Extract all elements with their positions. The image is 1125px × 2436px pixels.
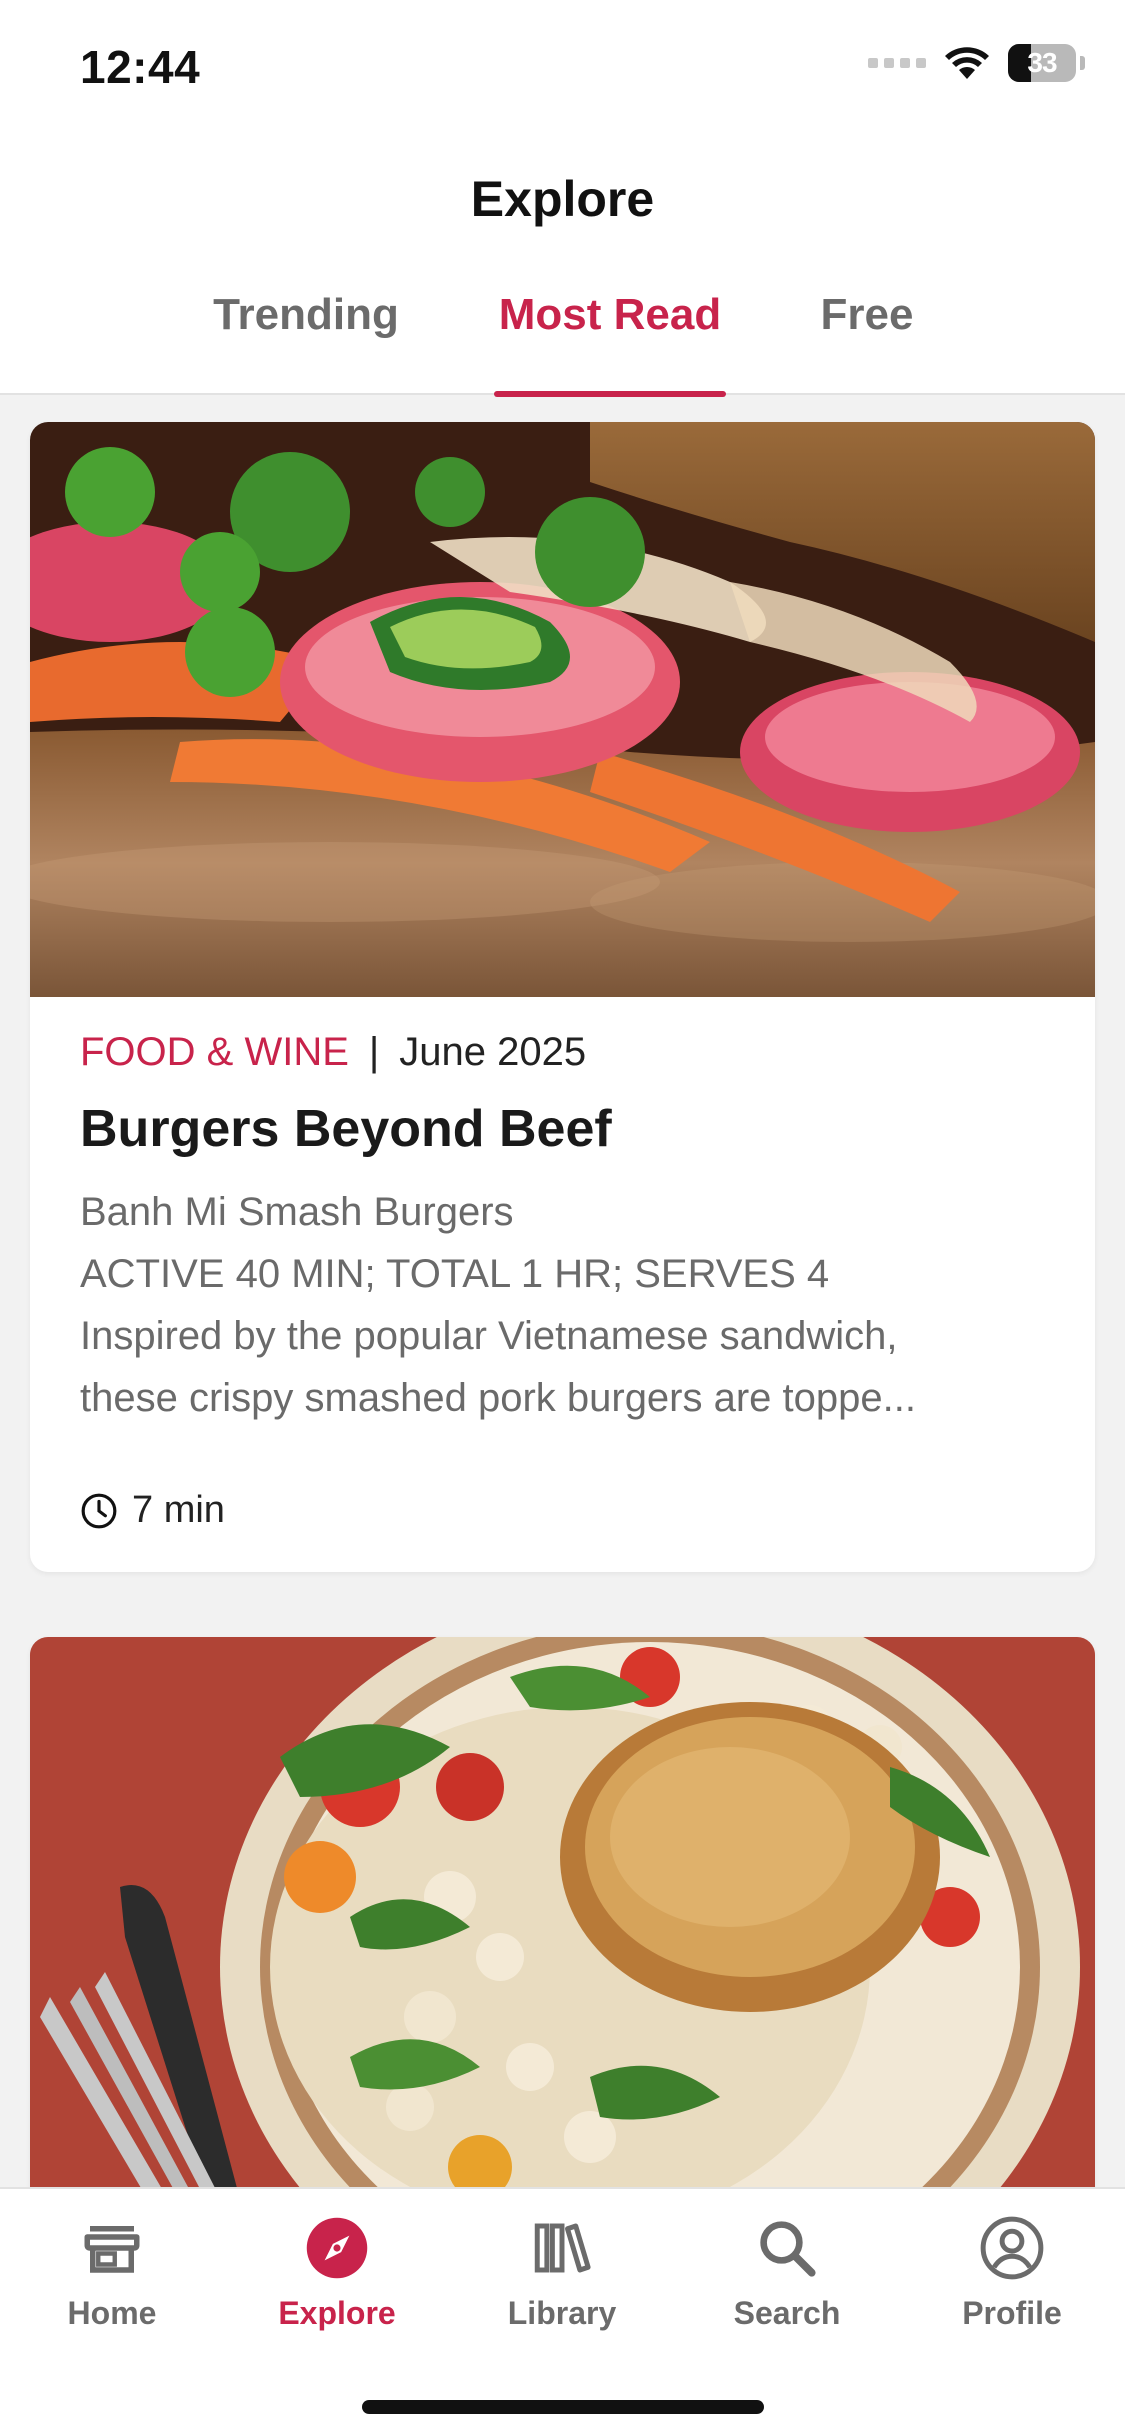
profile-icon xyxy=(980,2216,1044,2280)
tab-bar-search[interactable]: Search xyxy=(687,2215,887,2345)
excerpt-line: ACTIVE 40 MIN; TOTAL 1 HR; SERVES 4 xyxy=(80,1252,830,1296)
tab-bar-home[interactable]: Home xyxy=(12,2215,212,2345)
clock-icon xyxy=(81,1493,117,1528)
article-meta: FOOD & WINE | June 2025 xyxy=(80,1027,1045,1077)
search-icon xyxy=(760,2221,816,2277)
tab-most-read[interactable]: Most Read xyxy=(494,290,726,397)
bottom-tab-bar: Home Explore Library Search Profile xyxy=(0,2187,1125,2436)
read-time-label: 7 min xyxy=(132,1489,225,1531)
tab-bar-home-label: Home xyxy=(67,2295,157,2331)
tab-bar-search-label: Search xyxy=(733,2295,841,2331)
meta-separator: | xyxy=(368,1030,380,1074)
excerpt-line: Inspired by the popular Vietnamese sandw… xyxy=(80,1314,898,1358)
page-title: Explore xyxy=(470,171,655,227)
status-icons: 33 xyxy=(868,44,1085,82)
tab-bar-library[interactable]: Library xyxy=(462,2215,662,2345)
article-card-body: FOOD & WINE | June 2025 Burgers Beyond Bee… xyxy=(30,997,1095,1532)
tab-bar-explore-label: Explore xyxy=(278,2295,396,2331)
tab-bar-library-label: Library xyxy=(507,2295,617,2331)
status-time: 12:44 xyxy=(80,41,201,93)
wifi-icon xyxy=(945,47,989,79)
store-icon xyxy=(84,2226,140,2273)
header: Explore Trending Most Read Free xyxy=(0,130,1125,397)
read-time: 7 min xyxy=(80,1489,1045,1532)
home-indicator xyxy=(362,2400,764,2414)
excerpt-line: these crispy smashed pork burgers are to… xyxy=(80,1376,916,1420)
article-source[interactable]: FOOD & WINE xyxy=(80,1030,349,1074)
article-excerpt: Banh Mi Smash Burgers ACTIVE 40 MIN; TOT… xyxy=(80,1181,1045,1429)
chicken-white-beans-salad-photo[interactable] xyxy=(30,1637,1095,2187)
tab-trending[interactable]: Trending xyxy=(200,290,412,395)
tab-bar-profile[interactable]: Profile xyxy=(912,2215,1112,2345)
article-title[interactable]: Burgers Beyond Beef xyxy=(80,1097,1045,1161)
explore-screen: 12:44 33 Explore Trending Most Read Free xyxy=(0,0,1125,2436)
article-card[interactable]: FOOD & WINE | June 2025 Burgers Beyond Bee… xyxy=(30,422,1095,1572)
tab-free[interactable]: Free xyxy=(805,290,929,395)
excerpt-line: Banh Mi Smash Burgers xyxy=(80,1190,514,1234)
tab-bar-explore[interactable]: Explore xyxy=(237,2215,437,2345)
books-icon xyxy=(534,2223,591,2273)
compass-icon xyxy=(306,2217,368,2279)
article-date: June 2025 xyxy=(399,1030,587,1074)
banh-mi-smash-burger-photo[interactable] xyxy=(30,422,1095,997)
signal-icon xyxy=(868,58,926,68)
battery-icon: 33 xyxy=(1008,44,1076,82)
battery-cap xyxy=(1080,56,1085,70)
top-tabs: Trending Most Read Free xyxy=(0,290,1125,397)
status-bar: 12:44 33 xyxy=(0,0,1125,130)
battery-percent: 33 xyxy=(1027,47,1057,78)
article-card[interactable] xyxy=(30,1637,1095,2187)
tab-bar-profile-label: Profile xyxy=(962,2295,1062,2331)
article-feed[interactable]: FOOD & WINE | June 2025 Burgers Beyond Bee… xyxy=(0,397,1125,2187)
